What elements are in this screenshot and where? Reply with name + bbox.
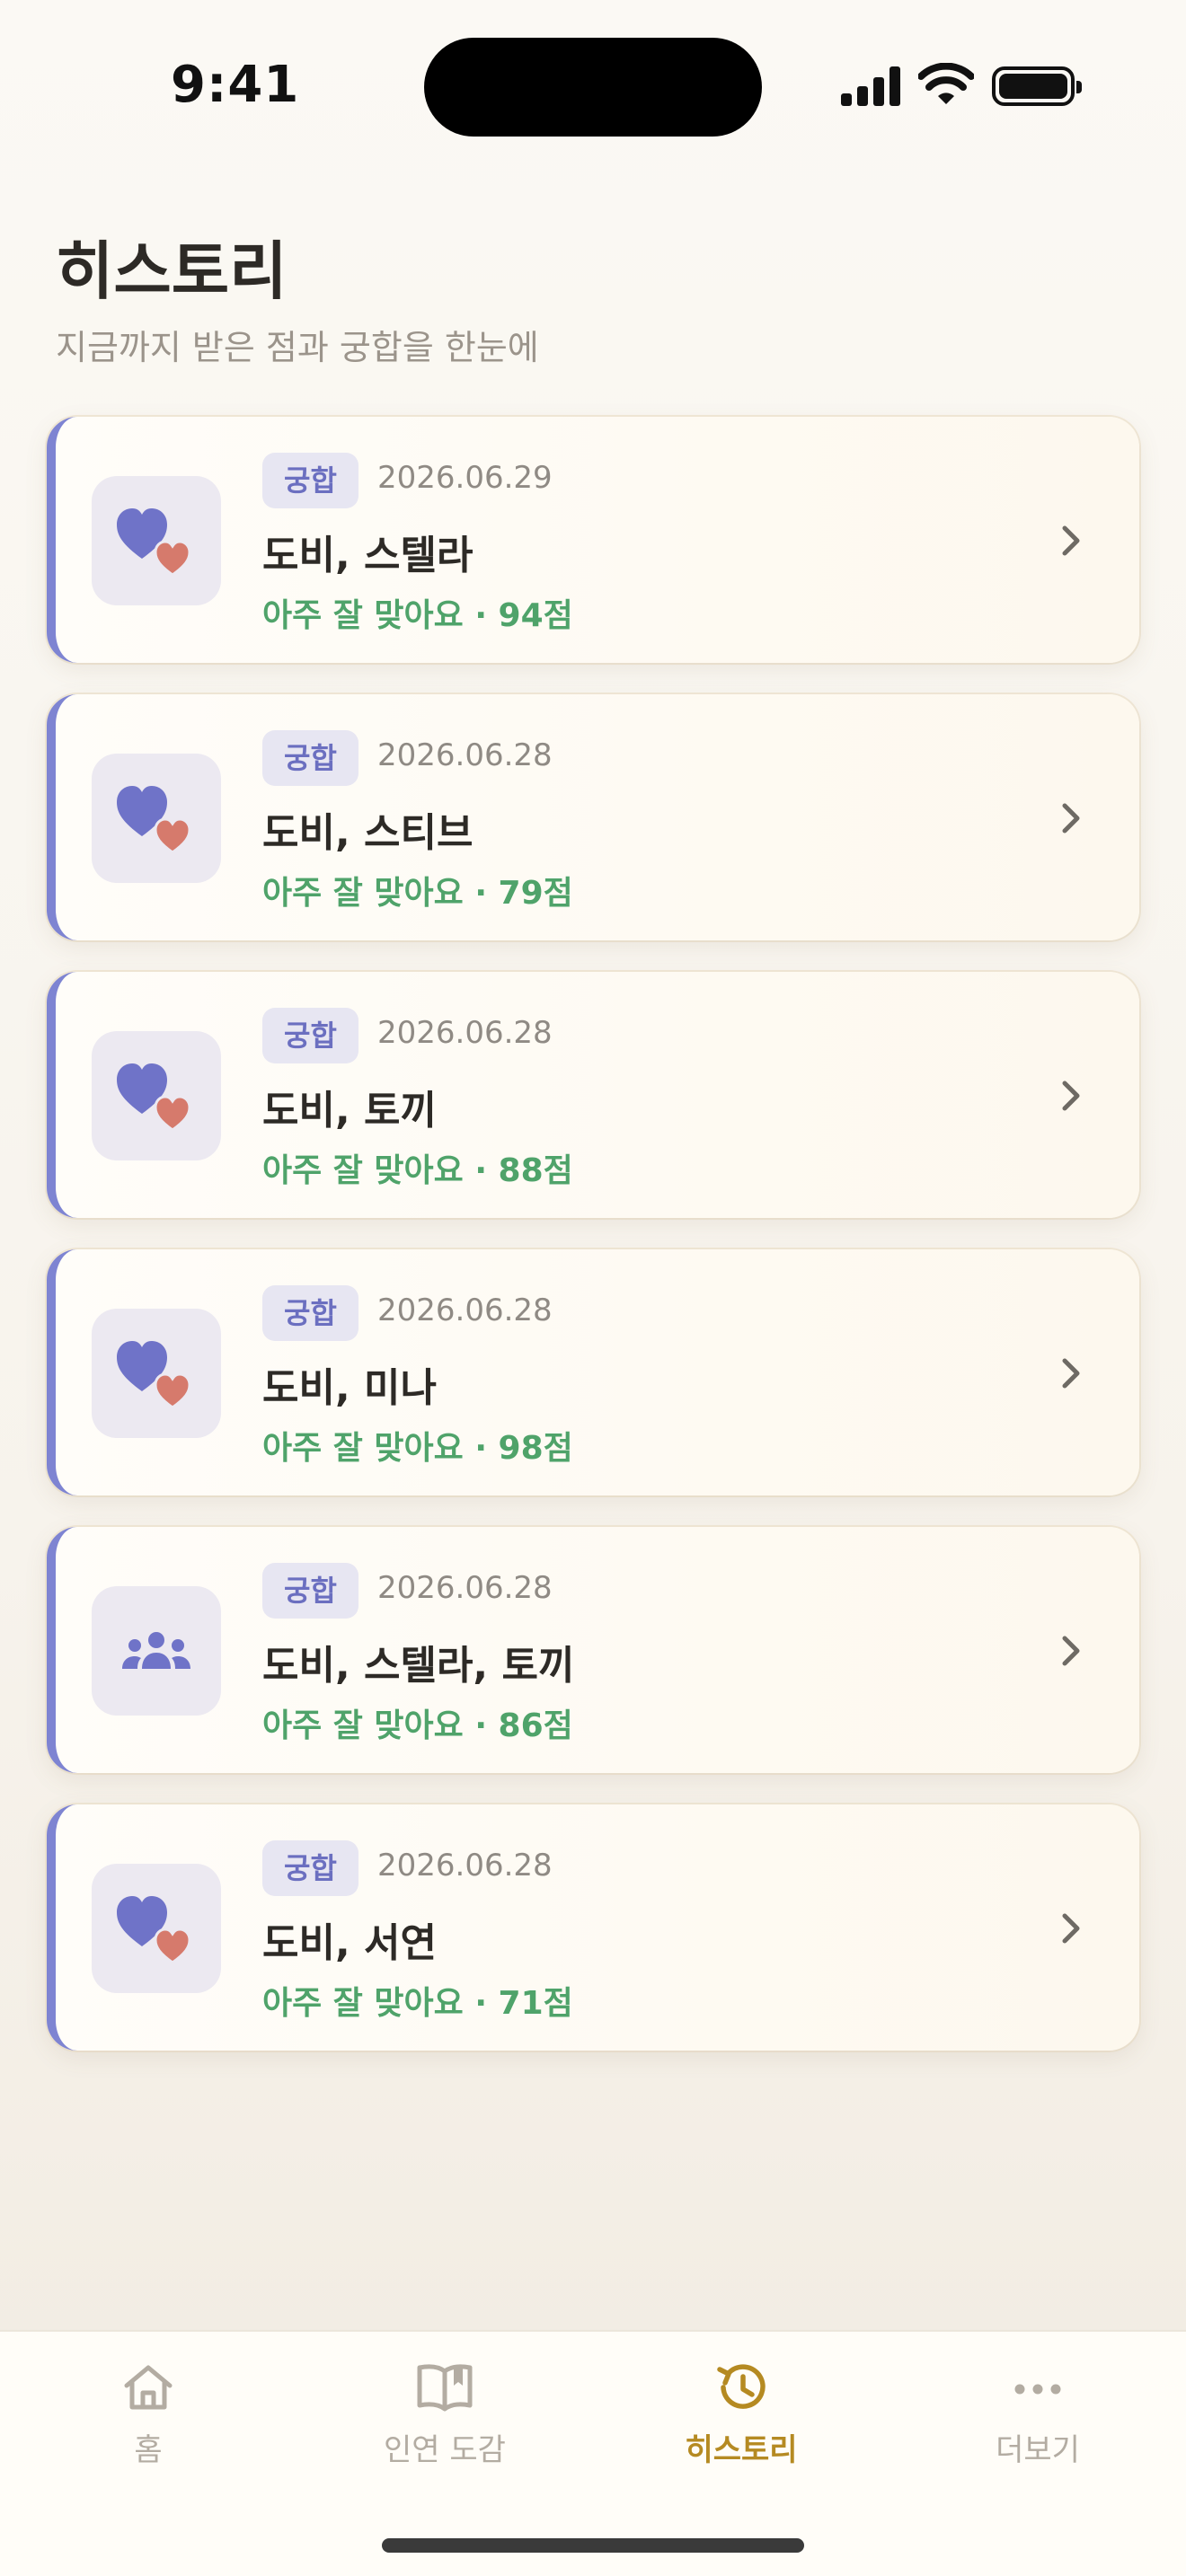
history-result: 아주 잘 맞아요 · 94점: [262, 597, 573, 634]
chevron-right-icon: [1062, 803, 1080, 834]
chevron-right-icon: [1062, 525, 1080, 556]
home-indicator: [382, 2538, 804, 2553]
history-card[interactable]: 궁합 2026.06.29 도비, 스텔라 아주 잘 맞아요 · 94점: [47, 417, 1139, 663]
history-card[interactable]: 궁합 2026.06.28 도비, 서연 아주 잘 맞아요 · 71점: [47, 1804, 1139, 2051]
history-names: 도비, 스텔라, 토끼: [262, 1643, 575, 1689]
history-card[interactable]: 궁합 2026.06.28 도비, 스텔라, 토끼 아주 잘 맞아요 · 86점: [47, 1527, 1139, 1773]
tab-label: 히스토리: [685, 2432, 798, 2468]
status-time: 9:41: [171, 56, 300, 114]
history-card[interactable]: 궁합 2026.06.28 도비, 토끼 아주 잘 맞아요 · 88점: [47, 972, 1139, 1218]
tab-history[interactable]: 히스토리: [593, 2332, 890, 2493]
compatibility-icon-box: [92, 1309, 221, 1438]
tab-label: 인연 도감: [384, 2432, 506, 2468]
chevron-right-icon: [1062, 1913, 1080, 1944]
more-icon: [1014, 2384, 1061, 2395]
history-names: 도비, 스텔라: [262, 533, 474, 578]
history-result: 아주 잘 맞아요 · 86점: [262, 1707, 573, 1744]
type-badge: 궁합: [262, 1008, 358, 1063]
history-result: 아주 잘 맞아요 · 79점: [262, 875, 573, 912]
history-date: 2026.06.28: [377, 1570, 553, 1606]
book-icon: [417, 2364, 473, 2412]
tab-home[interactable]: 홈: [0, 2332, 296, 2493]
type-badge: 궁합: [262, 453, 358, 508]
type-badge: 궁합: [262, 1563, 358, 1619]
group-icon-box: [92, 1586, 221, 1716]
history-date: 2026.06.29: [377, 460, 553, 496]
tab-book[interactable]: 인연 도감: [296, 2332, 593, 2493]
history-date: 2026.06.28: [377, 1292, 553, 1328]
status-bar: 9:41: [0, 0, 1186, 171]
hearts-icon: [117, 1896, 191, 1964]
type-badge: 궁합: [262, 1840, 358, 1896]
cellular-signal-icon: [841, 66, 902, 106]
battery-icon: [992, 66, 1082, 106]
group-icon: [122, 1632, 190, 1669]
tab-label: 홈: [134, 2432, 163, 2468]
chevron-right-icon: [1062, 1358, 1080, 1389]
history-names: 도비, 미나: [262, 1365, 437, 1411]
history-result: 아주 잘 맞아요 · 98점: [262, 1430, 573, 1467]
page-title: 히스토리: [56, 234, 288, 308]
history-card[interactable]: 궁합 2026.06.28 도비, 미나 아주 잘 맞아요 · 98점: [47, 1249, 1139, 1495]
history-names: 도비, 토끼: [262, 1088, 437, 1134]
dynamic-island: [424, 38, 762, 137]
hearts-icon: [117, 1063, 191, 1132]
history-date: 2026.06.28: [377, 1848, 553, 1883]
wifi-icon: [918, 63, 974, 104]
tab-label: 더보기: [996, 2432, 1080, 2468]
compatibility-icon-box: [92, 754, 221, 883]
home-icon: [124, 2365, 173, 2410]
history-icon: [717, 2364, 766, 2409]
hearts-icon: [117, 508, 191, 577]
chevron-right-icon: [1062, 1636, 1080, 1666]
history-names: 도비, 스티브: [262, 810, 474, 856]
history-date: 2026.06.28: [377, 737, 553, 773]
history-date: 2026.06.28: [377, 1015, 553, 1051]
compatibility-icon-box: [92, 1864, 221, 1993]
type-badge: 궁합: [262, 1285, 358, 1341]
tab-more[interactable]: 더보기: [890, 2332, 1186, 2493]
history-card[interactable]: 궁합 2026.06.28 도비, 스티브 아주 잘 맞아요 · 79점: [47, 694, 1139, 940]
compatibility-icon-box: [92, 476, 221, 605]
page-subtitle: 지금까지 받은 점과 궁합을 한눈에: [56, 328, 539, 367]
hearts-icon: [117, 1341, 191, 1409]
history-names: 도비, 서연: [262, 1920, 437, 1966]
chevron-right-icon: [1062, 1081, 1080, 1111]
type-badge: 궁합: [262, 730, 358, 786]
history-result: 아주 잘 맞아요 · 71점: [262, 1985, 573, 2022]
compatibility-icon-box: [92, 1031, 221, 1160]
hearts-icon: [117, 786, 191, 854]
history-result: 아주 잘 맞아요 · 88점: [262, 1152, 573, 1189]
